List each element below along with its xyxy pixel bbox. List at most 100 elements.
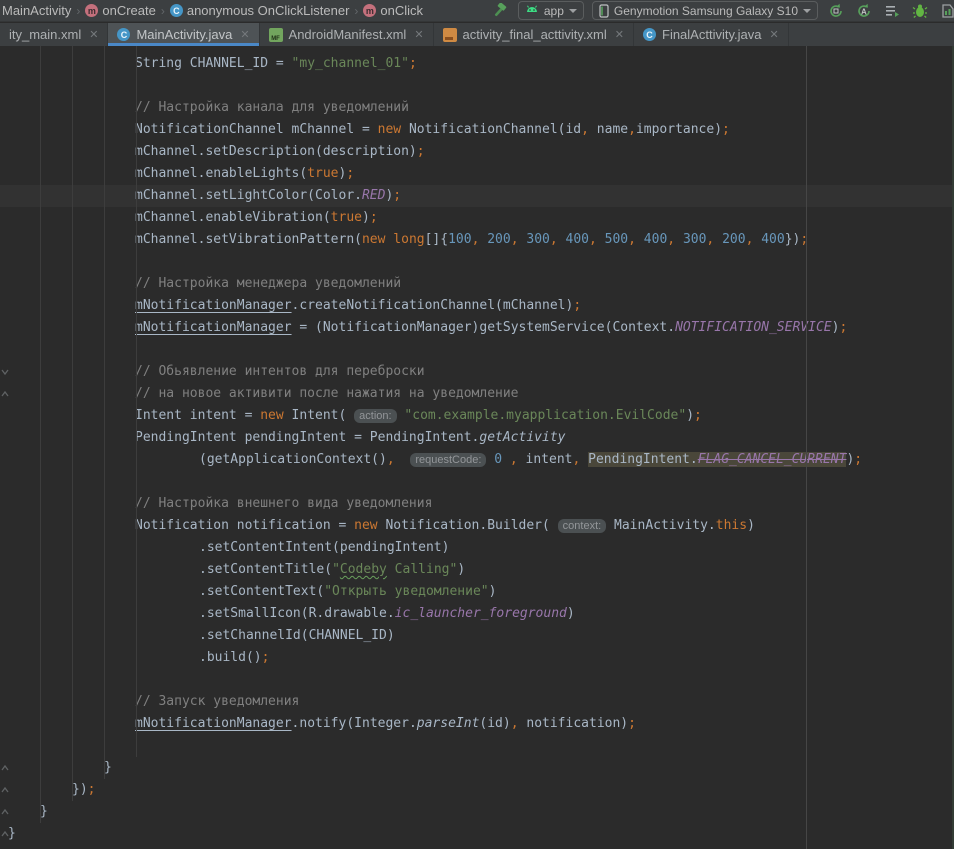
code-line[interactable]: mNotificationManager = (NotificationMana… bbox=[0, 317, 954, 339]
code-line[interactable]: // Настройка канала для уведомлений bbox=[0, 97, 954, 119]
tab-mainactivity-java[interactable]: C MainActivity.java ✕ bbox=[108, 23, 259, 46]
code-line[interactable]: String CHANNEL_ID = "my_channel_01"; bbox=[0, 53, 954, 75]
run-configuration-select[interactable]: app bbox=[518, 1, 584, 20]
android-icon bbox=[525, 5, 539, 17]
breadcrumb-item-onclick[interactable]: m onClick bbox=[361, 3, 425, 18]
class-icon: C bbox=[117, 28, 130, 41]
code-token: , bbox=[746, 232, 762, 247]
fold-collapse-icon[interactable] bbox=[1, 786, 9, 794]
code-line[interactable] bbox=[0, 251, 954, 273]
code-line[interactable]: }); bbox=[0, 779, 954, 801]
breadcrumb-label: onCreate bbox=[102, 3, 155, 18]
code-line[interactable] bbox=[0, 471, 954, 493]
code-token: // Настройка внешнего вида уведомления bbox=[135, 496, 432, 511]
code-token: mChannel.enableLights( bbox=[135, 166, 307, 181]
code-line[interactable] bbox=[0, 735, 954, 757]
code-line[interactable]: NotificationChannel mChannel = new Notif… bbox=[0, 119, 954, 141]
breadcrumb-separator-icon: › bbox=[351, 4, 361, 18]
code-area[interactable]: String CHANNEL_ID = "my_channel_01"; // Н… bbox=[0, 46, 954, 849]
tab-activity-final-acttivity-xml[interactable]: activity_final_acttivity.xml ✕ bbox=[434, 23, 634, 46]
breadcrumb-item-oncreate[interactable]: m onCreate bbox=[83, 3, 157, 18]
tab-activity-main-xml[interactable]: ity_main.xml ✕ bbox=[0, 23, 108, 46]
code-token: ; bbox=[370, 210, 378, 225]
code-token: 400 bbox=[761, 232, 784, 247]
code-token: , bbox=[706, 232, 722, 247]
profiler-icon[interactable] bbox=[938, 1, 954, 21]
code-token: "com.example.myapplication.EvilCode" bbox=[404, 408, 686, 423]
code-line[interactable]: } bbox=[0, 823, 954, 845]
code-line[interactable] bbox=[0, 339, 954, 361]
breadcrumb-item-class[interactable]: MainActivity bbox=[0, 3, 73, 18]
code-line[interactable]: mChannel.setVibrationPattern(new long[]{… bbox=[0, 229, 954, 251]
parameter-name-hint: action: bbox=[354, 409, 396, 423]
tab-finalacttivity-java[interactable]: C FinalActtivity.java ✕ bbox=[634, 23, 789, 46]
fold-collapse-icon[interactable] bbox=[1, 390, 9, 398]
close-icon[interactable]: ✕ bbox=[769, 28, 778, 41]
code-line[interactable]: .setChannelId(CHANNEL_ID) bbox=[0, 625, 954, 647]
code-line[interactable]: Intent intent = new Intent( action: "com… bbox=[0, 405, 954, 427]
code-line[interactable]: mChannel.enableLights(true); bbox=[0, 163, 954, 185]
code-line[interactable] bbox=[0, 669, 954, 691]
code-token: notification) bbox=[519, 716, 629, 731]
code-token: mChannel.setLightColor(Color. bbox=[135, 188, 362, 203]
code-line[interactable]: // Настройка внешнего вида уведомления bbox=[0, 493, 954, 515]
apply-code-changes-icon[interactable]: A bbox=[854, 1, 874, 21]
code-line[interactable] bbox=[0, 75, 954, 97]
fold-collapse-icon[interactable] bbox=[1, 808, 9, 816]
code-line[interactable]: PendingIntent pendingIntent = PendingInt… bbox=[0, 427, 954, 449]
code-line[interactable]: .setContentTitle("Codeby Calling") bbox=[0, 559, 954, 581]
close-icon[interactable]: ✕ bbox=[414, 28, 423, 41]
code-token: "my_channel_01" bbox=[292, 56, 409, 71]
code-line[interactable]: Notification notification = new Notifica… bbox=[0, 515, 954, 537]
code-token: NotificationChannel mChannel = bbox=[135, 122, 378, 137]
code-token: ; bbox=[88, 782, 96, 797]
close-icon[interactable]: ✕ bbox=[89, 28, 98, 41]
editor-pane[interactable]: String CHANNEL_ID = "my_channel_01"; // Н… bbox=[0, 46, 954, 849]
code-token: ) bbox=[747, 518, 755, 533]
code-line[interactable]: } bbox=[0, 801, 954, 823]
run-configurations-list-icon[interactable] bbox=[882, 1, 902, 21]
fold-expand-icon[interactable] bbox=[1, 368, 9, 376]
code-token: ) bbox=[362, 210, 370, 225]
code-token: , bbox=[511, 232, 527, 247]
code-line[interactable]: .build(); bbox=[0, 647, 954, 669]
apply-changes-icon[interactable] bbox=[826, 1, 846, 21]
device-select[interactable]: Genymotion Samsung Galaxy S10 bbox=[592, 1, 818, 20]
tab-androidmanifest-xml[interactable]: MF AndroidManifest.xml ✕ bbox=[260, 23, 434, 46]
code-token: 400 bbox=[566, 232, 589, 247]
breadcrumb-item-anonymous-class[interactable]: C anonymous OnClickListener bbox=[168, 3, 352, 18]
code-token: .build() bbox=[199, 650, 262, 665]
build-hammer-icon[interactable] bbox=[490, 1, 510, 21]
code-line[interactable]: (getApplicationContext(), requestCode: 0… bbox=[0, 449, 954, 471]
code-line[interactable]: } bbox=[0, 757, 954, 779]
code-line[interactable]: // на новое активити после нажатия на ув… bbox=[0, 383, 954, 405]
code-line[interactable]: // Настройка менеджера уведомлений bbox=[0, 273, 954, 295]
debug-icon[interactable] bbox=[910, 1, 930, 21]
code-line[interactable]: mChannel.setLightColor(Color.RED); bbox=[0, 185, 954, 207]
method-icon: m bbox=[363, 4, 376, 17]
code-token: } bbox=[40, 804, 48, 819]
code-line[interactable]: mNotificationManager.createNotificationC… bbox=[0, 295, 954, 317]
close-icon[interactable]: ✕ bbox=[240, 28, 249, 41]
code-token: , bbox=[667, 232, 683, 247]
code-token: // Настройка канала для уведомлений bbox=[135, 100, 409, 115]
code-line[interactable]: .setSmallIcon(R.drawable.ic_launcher_for… bbox=[0, 603, 954, 625]
tab-label: activity_final_acttivity.xml bbox=[463, 27, 607, 42]
code-line[interactable]: // Обьявление интентов для переброски bbox=[0, 361, 954, 383]
fold-collapse-icon[interactable] bbox=[1, 764, 9, 772]
chevron-down-icon bbox=[569, 9, 577, 13]
code-token: ; bbox=[346, 166, 354, 181]
code-line[interactable]: // Запуск уведомления bbox=[0, 691, 954, 713]
code-line[interactable]: .setContentText("Открыть уведомление") bbox=[0, 581, 954, 603]
indent-guide bbox=[104, 46, 105, 779]
breadcrumb-separator-icon: › bbox=[158, 4, 168, 18]
code-token: .setChannelId(CHANNEL_ID) bbox=[199, 628, 395, 643]
fold-collapse-icon[interactable] bbox=[1, 830, 9, 838]
code-token: getActivity bbox=[479, 430, 565, 445]
close-icon[interactable]: ✕ bbox=[615, 28, 624, 41]
code-token: new bbox=[354, 518, 377, 533]
code-line[interactable]: .setContentIntent(pendingIntent) bbox=[0, 537, 954, 559]
code-line[interactable]: mChannel.enableVibration(true); bbox=[0, 207, 954, 229]
code-line[interactable]: mNotificationManager.notify(Integer.pars… bbox=[0, 713, 954, 735]
code-line[interactable]: mChannel.setDescription(description); bbox=[0, 141, 954, 163]
